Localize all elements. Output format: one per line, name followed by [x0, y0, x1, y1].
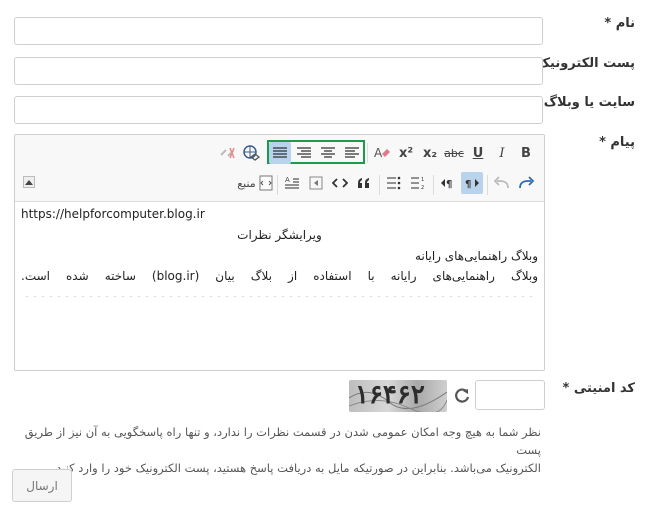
email-input[interactable] [14, 57, 543, 85]
align-left-icon[interactable] [341, 142, 363, 164]
underline-button[interactable]: U [467, 142, 489, 164]
message-label: پیام * [599, 135, 635, 150]
editor-line-blog-name: وبلاگ راهنمایی‌های رایانه [415, 249, 538, 263]
svg-text:A: A [285, 176, 290, 184]
svg-text:¶: ¶ [465, 179, 471, 189]
submit-button[interactable]: ارسال [12, 469, 72, 502]
message-editor[interactable]: A x² x₂ abc U I B منبع A 1 2 ¶ ¶ https:/… [14, 134, 545, 371]
code-icon[interactable] [329, 172, 351, 194]
ltr-direction-icon[interactable]: ¶ [437, 172, 459, 194]
remove-format-icon[interactable]: A [371, 142, 393, 164]
website-label: سایت یا وبلاگ [543, 95, 635, 110]
source-label: منبع [237, 176, 256, 190]
collapse-toolbar-icon[interactable] [23, 176, 35, 188]
superscript-button[interactable]: x² [395, 142, 417, 164]
privacy-notice: نظر شما به هیچ وجه امکان عمومی شدن در قس… [11, 423, 541, 477]
align-right-icon[interactable] [293, 142, 315, 164]
svg-text:2: 2 [421, 185, 424, 190]
editor-line-description: وبلاگ راهنمایی‌های رایانه با استفاده از … [21, 269, 539, 283]
rtl-direction-icon[interactable]: ¶ [461, 172, 483, 194]
editor-line-heading: ویرایشگر نظرات [237, 228, 322, 242]
align-center-icon[interactable] [317, 142, 339, 164]
italic-button[interactable]: I [491, 142, 513, 164]
bulleted-list-icon[interactable] [383, 172, 405, 194]
email-label: پست الکترونیک [536, 56, 635, 71]
refresh-captcha-icon[interactable] [452, 386, 472, 406]
redo-icon[interactable] [515, 172, 537, 194]
insert-link-icon[interactable] [240, 142, 262, 164]
privacy-notice-line-1: نظر شما به هیچ وجه امکان عمومی شدن در قس… [24, 425, 541, 457]
paragraph-format-icon[interactable]: A [281, 172, 303, 194]
svg-text:¶: ¶ [446, 179, 452, 189]
name-input[interactable] [14, 17, 543, 45]
privacy-notice-line-2: الکترونیک می‌باشد. بنابراین در صورتیکه م… [52, 461, 541, 475]
blockquote-icon[interactable] [353, 172, 375, 194]
captcha-image: ۱۶۴۶۲ [349, 380, 447, 412]
editor-squiggle-line [21, 291, 538, 297]
bold-button[interactable]: B [515, 142, 537, 164]
editor-line-url: https://helpforcomputer.blog.ir [21, 207, 205, 221]
captcha-input[interactable] [475, 380, 545, 410]
editor-toolbar: A x² x₂ abc U I B منبع A 1 2 ¶ ¶ [15, 135, 544, 202]
numbered-list-icon[interactable]: 12 [407, 172, 429, 194]
indent-icon[interactable] [305, 172, 327, 194]
strike-button[interactable]: abc [443, 142, 465, 164]
captcha-text: ۱۶۴۶۲ [355, 380, 425, 410]
captcha-label: کد امنیتی * [562, 381, 636, 396]
remove-link-icon[interactable] [216, 142, 238, 164]
source-button[interactable]: منبع [235, 172, 275, 194]
undo-icon[interactable] [491, 172, 513, 194]
name-label: نام * [604, 16, 635, 31]
align-justify-icon[interactable] [269, 142, 291, 164]
svg-text:A: A [374, 146, 383, 160]
website-input[interactable] [14, 96, 543, 124]
svg-text:1: 1 [421, 177, 424, 183]
subscript-button[interactable]: x₂ [419, 142, 441, 164]
